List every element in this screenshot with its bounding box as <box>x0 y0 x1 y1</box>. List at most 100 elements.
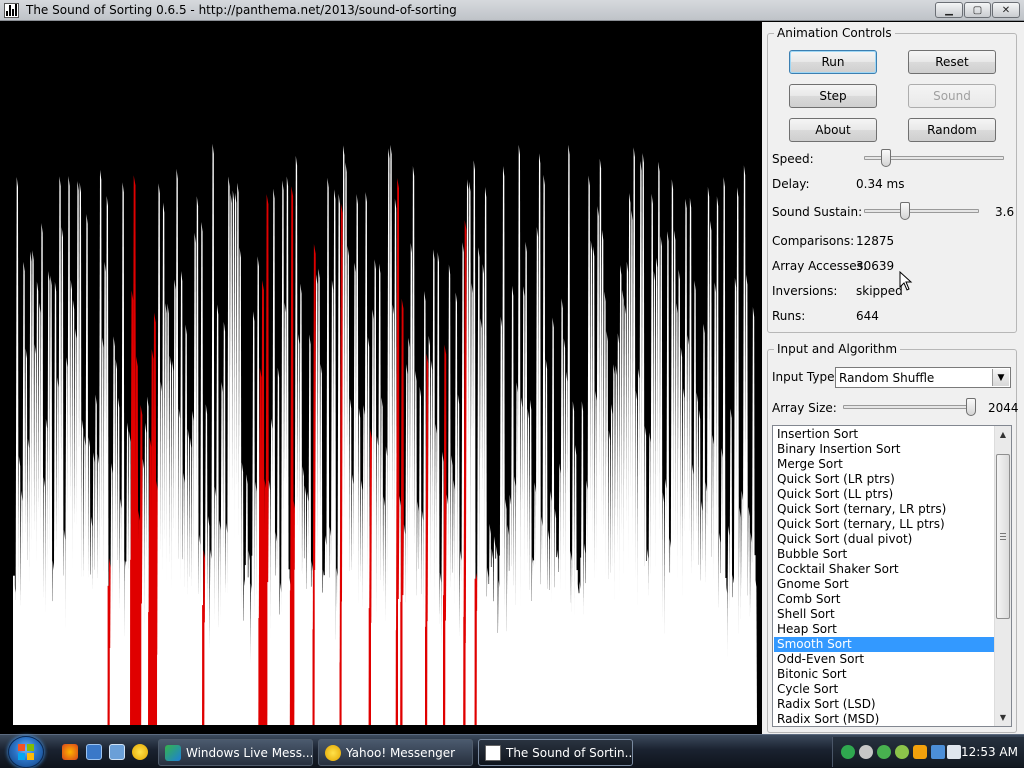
array-bar-base <box>278 614 281 725</box>
array-bar-base <box>729 652 731 725</box>
array-bar-base <box>339 662 342 725</box>
scroll-up-icon[interactable]: ▲ <box>995 426 1011 443</box>
network-status-icon[interactable] <box>895 745 909 759</box>
array-bar-base <box>584 583 587 725</box>
maximize-button[interactable]: ▢ <box>964 2 991 18</box>
array-bar-base <box>393 602 396 725</box>
array-bar-base <box>130 559 132 725</box>
title-bar[interactable]: The Sound of Sorting 0.6.5 - http://pant… <box>0 0 1024 21</box>
algorithm-item[interactable]: Binary Insertion Sort <box>774 442 994 457</box>
array-bar-base <box>510 566 513 725</box>
array-bar-base <box>105 644 108 725</box>
algorithm-item[interactable]: Radix Sort (LSD) <box>774 697 994 712</box>
array-bar-base <box>323 575 326 725</box>
taskbar-item-yahoo-messenger[interactable]: Yahoo! Messenger <box>318 739 473 766</box>
sound-button[interactable]: Sound <box>908 84 996 108</box>
network-icon[interactable] <box>931 745 945 759</box>
firefox-icon[interactable] <box>62 744 78 760</box>
algorithm-item[interactable]: Bubble Sort <box>774 547 994 562</box>
algorithm-item[interactable]: Bitonic Sort <box>774 667 994 682</box>
algorithm-item[interactable]: Cycle Sort <box>774 682 994 697</box>
show-desktop-icon[interactable] <box>86 744 102 760</box>
system-tray: 12:53 AM <box>832 737 1024 767</box>
array-bar-base <box>744 590 747 725</box>
chat-icon[interactable] <box>859 745 873 759</box>
array-bar-base <box>580 557 583 725</box>
array-bar-base <box>506 631 508 725</box>
array-bar-base <box>611 655 614 725</box>
algorithm-item[interactable]: Quick Sort (dual pivot) <box>774 532 994 547</box>
array-bar-base <box>231 573 234 725</box>
array-bar-base <box>656 620 659 725</box>
taskbar-item-windows-live-messenger[interactable]: Windows Live Mess... <box>158 739 313 766</box>
algorithm-item[interactable]: Quick Sort (LL ptrs) <box>774 487 994 502</box>
messenger-people-icon <box>165 744 181 761</box>
algorithm-item[interactable]: Insertion Sort <box>774 427 994 442</box>
array-bar-base <box>60 595 63 725</box>
algorithm-item[interactable]: Quick Sort (ternary, LL ptrs) <box>774 517 994 532</box>
algorithm-item[interactable]: Merge Sort <box>774 457 994 472</box>
scrollbar-thumb[interactable] <box>996 454 1010 619</box>
array-bar-base <box>456 631 459 725</box>
algorithm-item[interactable]: Quick Sort (LR ptrs) <box>774 472 994 487</box>
security-shield-icon[interactable] <box>913 745 927 759</box>
input-type-dropdown[interactable]: Random Shuffle ▼ <box>835 367 1011 388</box>
step-button[interactable]: Step <box>789 84 877 108</box>
reset-button[interactable]: Reset <box>908 50 996 74</box>
array-bar-base <box>647 614 650 725</box>
close-button[interactable]: ✕ <box>992 2 1020 18</box>
speed-slider[interactable] <box>864 148 1004 168</box>
algorithm-item[interactable]: Quick Sort (ternary, LR ptrs) <box>774 502 994 517</box>
algorithm-item[interactable]: Heap Sort <box>774 622 994 637</box>
array-bar-base <box>145 629 148 725</box>
switch-windows-icon[interactable] <box>109 744 125 760</box>
array-bar-base <box>535 631 538 725</box>
sound-sustain-label: Sound Sustain: <box>772 205 863 219</box>
array-bar-base <box>449 654 452 725</box>
algorithm-item[interactable]: Smooth Sort <box>774 637 994 652</box>
sound-sustain-slider-thumb[interactable] <box>900 202 911 220</box>
window-title: The Sound of Sorting 0.6.5 - http://pant… <box>26 3 457 17</box>
scroll-down-icon[interactable]: ▼ <box>995 709 1011 726</box>
random-button[interactable]: Random <box>908 118 996 142</box>
array-bar-base <box>438 623 441 725</box>
algorithm-list-scrollbar[interactable]: ▲ ▼ <box>994 426 1011 726</box>
algorithm-item[interactable]: Cocktail Shaker Sort <box>774 562 994 577</box>
people-icon[interactable] <box>877 745 891 759</box>
array-bar-base <box>715 634 718 725</box>
array-bar-base <box>253 642 256 725</box>
array-bar-base <box>636 605 639 725</box>
array-bar-base <box>17 582 20 725</box>
taskbar-item-label: The Sound of Sortin... <box>506 745 633 760</box>
array-bar-base <box>321 592 324 725</box>
array-bar-base <box>341 601 344 725</box>
messenger-status-icon[interactable] <box>841 745 855 759</box>
array-bar-base <box>143 649 146 725</box>
run-button[interactable]: Run <box>789 50 877 74</box>
start-button[interactable] <box>8 736 44 768</box>
about-button[interactable]: About <box>789 118 877 142</box>
array-bar-base <box>497 633 499 725</box>
array-bar-base <box>573 662 576 725</box>
clock[interactable]: 12:53 AM <box>961 745 1018 759</box>
array-size-slider[interactable] <box>843 397 976 417</box>
taskbar-item-sound-of-sorting[interactable]: The Sound of Sortin... <box>478 739 633 766</box>
algorithm-list[interactable]: Insertion Sort Binary Insertion Sort Merge… <box>772 425 1012 727</box>
algorithm-item[interactable]: Gnome Sort <box>774 577 994 592</box>
array-size-slider-thumb[interactable] <box>965 398 976 416</box>
algorithm-item[interactable]: Odd-Even Sort <box>774 652 994 667</box>
array-bar-base <box>296 574 299 725</box>
array-bar-base <box>292 610 295 725</box>
speed-slider-thumb[interactable] <box>881 149 892 167</box>
yahoo-smiley-icon[interactable] <box>132 744 148 760</box>
chevron-down-icon[interactable]: ▼ <box>992 369 1009 386</box>
algorithm-item[interactable]: Comb Sort <box>774 592 994 607</box>
minimize-button[interactable]: ▁ <box>935 2 963 18</box>
array-bar-base <box>132 634 135 725</box>
array-bar-base <box>602 659 605 725</box>
sound-sustain-slider[interactable] <box>864 201 979 221</box>
algorithm-item[interactable]: Radix Sort (MSD) <box>774 712 994 726</box>
algorithm-item[interactable]: Shell Sort <box>774 607 994 622</box>
array-bar-base <box>125 561 128 725</box>
volume-icon[interactable] <box>947 745 961 759</box>
